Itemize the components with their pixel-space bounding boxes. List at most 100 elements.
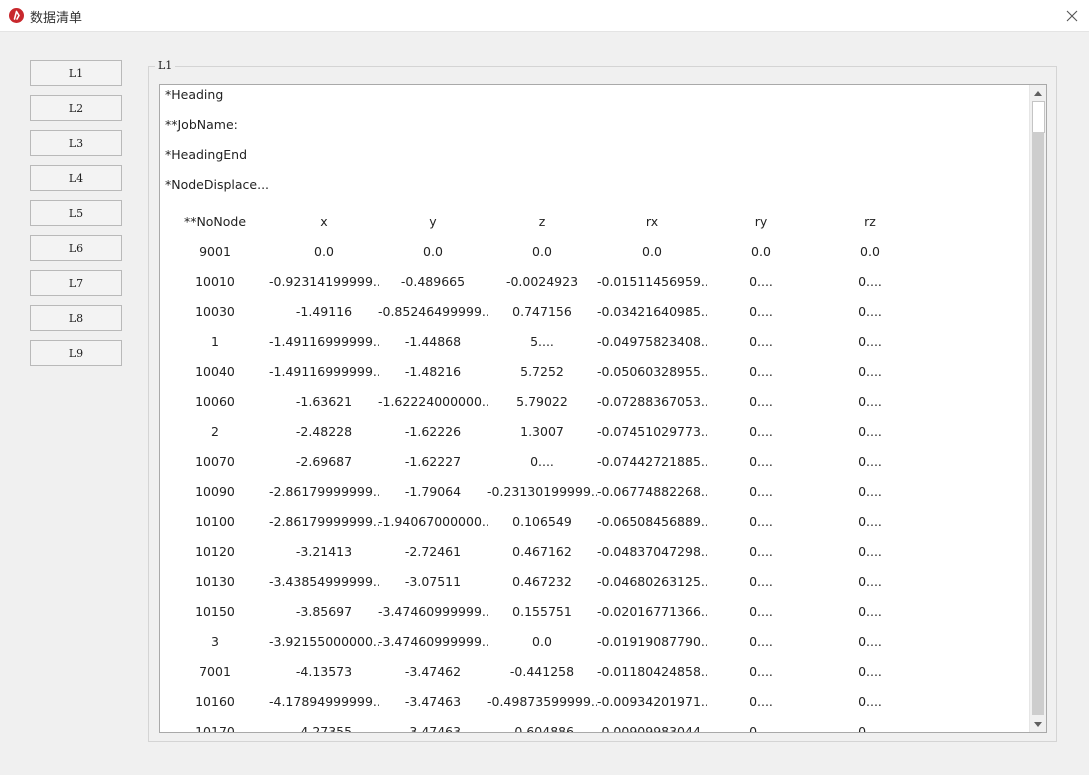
table-cell: -1.94067000000... (378, 514, 488, 529)
table-header-cell: ry (754, 214, 768, 229)
table-cell: 0.... (858, 664, 882, 679)
table-cell: 5.7252 (520, 364, 564, 379)
button-l6[interactable]: L6 (30, 235, 122, 261)
table-row: 2 -2.48228 -1.62226 1.3007 -0.07451029773...… (160, 424, 1040, 444)
table-cell: -3.47460999999... (378, 604, 488, 619)
button-l5[interactable]: L5 (30, 200, 122, 226)
table-header-cell: x (320, 214, 328, 229)
button-l3[interactable]: L3 (30, 130, 122, 156)
scroll-thumb[interactable] (1032, 101, 1045, 133)
table-cell: 0.... (858, 604, 882, 619)
table-cell: -2.72461 (404, 544, 462, 559)
table-header-cell: rz (864, 214, 876, 229)
table-cell: 0.... (749, 304, 773, 319)
button-l9[interactable]: L9 (30, 340, 122, 366)
table-cell: 0.... (749, 724, 773, 733)
scroll-up-button[interactable] (1030, 85, 1046, 101)
table-row: 10060 -1.63621 -1.62224000000... 5.79022 -0.… (160, 394, 1040, 414)
table-cell: 10130 (195, 574, 235, 589)
title-bar: 数据清单 (0, 0, 1089, 32)
table-row: 1 -1.49116999999... -1.44868 5.... -0.049758… (160, 334, 1040, 354)
table-cell: 0.... (749, 484, 773, 499)
table-cell: -1.49116 (295, 304, 353, 319)
scroll-down-button[interactable] (1030, 716, 1046, 732)
group-label: L1 (155, 59, 176, 72)
table-cell: 10090 (195, 484, 235, 499)
table-cell: -0.0024923 (505, 274, 579, 289)
table-cell: -1.48216 (404, 364, 462, 379)
vertical-scrollbar[interactable] (1029, 85, 1046, 732)
table-cell: 0.... (749, 364, 773, 379)
table-cell: -3.07511 (404, 574, 462, 589)
table-cell: 0.... (858, 484, 882, 499)
table-cell: 9001 (199, 244, 231, 259)
table-row: 10170 -4.27355 -3.47463 -0.604886 -0.0090998… (160, 724, 1040, 733)
table-cell: -0.02016771366... (597, 604, 707, 619)
button-l2[interactable]: L2 (30, 95, 122, 121)
table-header-cell: y (429, 214, 437, 229)
table-cell: 10150 (195, 604, 235, 619)
table-row: 10090 -2.86179999999... -1.79064 -0.2313019… (160, 484, 1040, 504)
scroll-track[interactable] (1032, 132, 1044, 715)
table-cell: 10040 (195, 364, 235, 379)
table-cell: 0.... (749, 694, 773, 709)
table-header-cell: **NoNode (183, 214, 247, 229)
table-cell: -1.79064 (404, 484, 462, 499)
table-cell: -1.63621 (295, 394, 353, 409)
table-cell: 0.... (530, 454, 554, 469)
table-cell: -4.17894999999... (269, 694, 379, 709)
table-cell: -0.01919087790... (597, 634, 707, 649)
table-cell: -2.48228 (295, 424, 353, 439)
table-row: 10010 -0.92314199999... -0.489665 -0.002492… (160, 274, 1040, 294)
table-cell: 10170 (195, 724, 235, 733)
table-cell: 10010 (195, 274, 235, 289)
table-cell: -0.00909983044... (597, 724, 707, 733)
table-cell: 0.... (749, 334, 773, 349)
table-cell: 10060 (195, 394, 235, 409)
table-cell: 0.... (858, 514, 882, 529)
button-l7[interactable]: L7 (30, 270, 122, 296)
table-cell: -0.07442721885... (597, 454, 707, 469)
table-cell: 0.... (858, 634, 882, 649)
table-cell: 0.... (749, 664, 773, 679)
table-header-cell: rx (645, 214, 659, 229)
table-header-row: **NoNode x y z rx ry rz (160, 214, 1040, 234)
table-row: 10070 -2.69687 -1.62227 0.... -0.07442721885… (160, 454, 1040, 474)
table-cell: 0.106549 (512, 514, 572, 529)
heading-line: *Heading (165, 87, 224, 102)
table-cell: 0.0 (423, 244, 443, 259)
table-cell: -3.92155000000... (269, 634, 379, 649)
table-cell: 5.... (530, 334, 554, 349)
table-cell: 10100 (195, 514, 235, 529)
button-l8[interactable]: L8 (30, 305, 122, 331)
table-cell: -0.06508456889... (597, 514, 707, 529)
button-l1[interactable]: L1 (30, 60, 122, 86)
table-cell: 0.155751 (512, 604, 572, 619)
table-cell: -0.92314199999... (269, 274, 379, 289)
table-cell: -3.47462 (404, 664, 462, 679)
scroll-up-icon (1034, 90, 1042, 96)
table-cell: 0.... (749, 544, 773, 559)
table-cell: 2 (211, 424, 219, 439)
data-text-area[interactable]: *Heading **JobName: *HeadingEnd *NodeDis… (159, 84, 1047, 733)
table-row: 9001 0.0 0.0 0.0 0.0 0.0 0.0 (160, 244, 1040, 264)
window-title: 数据清单 (30, 11, 83, 26)
table-cell: -0.489665 (400, 274, 466, 289)
table-cell: -0.07288367053... (597, 394, 707, 409)
button-l4[interactable]: L4 (30, 165, 122, 191)
table-cell: 0.... (858, 334, 882, 349)
table-cell: -4.13573 (295, 664, 353, 679)
table-cell: 0.0 (314, 244, 334, 259)
heading-end-line: *HeadingEnd (165, 147, 248, 162)
close-button[interactable] (1055, 0, 1089, 31)
table-cell: -0.441258 (509, 664, 575, 679)
table-cell: -2.86179999999... (269, 514, 379, 529)
table-cell: -0.04680263125... (597, 574, 707, 589)
table-cell: 5.79022 (516, 394, 568, 409)
table-cell: 0.0 (532, 244, 552, 259)
table-cell: -3.21413 (295, 544, 353, 559)
table-cell: -3.47460999999... (378, 634, 488, 649)
table-cell: 0.... (749, 274, 773, 289)
table-row: 10030 -1.49116 -0.85246499999... 0.747156 -0… (160, 304, 1040, 324)
table-cell: 0.... (749, 424, 773, 439)
